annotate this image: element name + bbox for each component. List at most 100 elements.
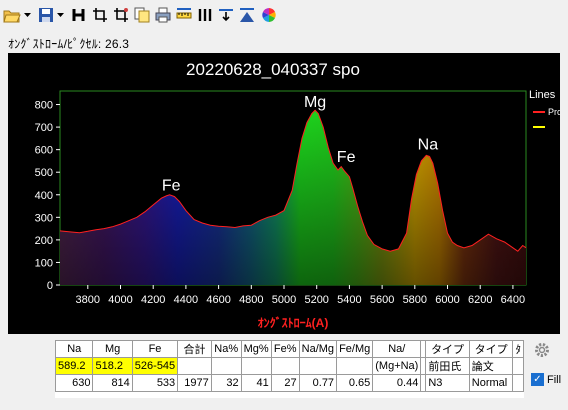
x-tick-label: 6400	[501, 294, 525, 306]
header-button[interactable]	[70, 4, 88, 26]
y-tick-label: 600	[35, 145, 53, 157]
chevron-down-icon	[56, 13, 64, 17]
open-folder-icon	[3, 10, 21, 23]
spectrum-chart[interactable]: 20220628_040337 spo 0 100 200 300 400 500 600 7…	[8, 53, 560, 334]
table-cell-4[interactable]	[210, 357, 242, 375]
open-dropdown-button[interactable]	[23, 4, 31, 26]
x-tick-label: 5000	[272, 294, 296, 306]
header-cell-13[interactable]: ﾀ	[512, 340, 524, 358]
table-cell-11[interactable]: N3	[425, 374, 470, 392]
mountain-button[interactable]	[238, 4, 256, 26]
header-cell-7[interactable]: Na/Mg	[298, 340, 338, 358]
header-cell-12[interactable]: タイプ	[468, 340, 514, 358]
ruler-icon	[176, 8, 192, 19]
save-dropdown-button[interactable]	[56, 4, 64, 26]
columns-icon	[198, 9, 212, 21]
table-cell-8[interactable]: 0.65	[336, 374, 374, 392]
mountain-icon	[240, 8, 254, 22]
x-tick-label: 4200	[141, 294, 165, 306]
color-wheel-button[interactable]	[259, 4, 279, 26]
fill-checkbox[interactable]: ✓ Fill	[531, 373, 561, 386]
table-cell-13[interactable]	[512, 374, 524, 392]
header-cell-0[interactable]: Na	[55, 340, 94, 358]
chevron-down-icon	[23, 13, 31, 17]
color-wheel-icon	[262, 8, 276, 22]
ruler-button[interactable]	[175, 4, 193, 26]
table-row: 630 814 533 1977 32 41 27 0.77 0.65 0.44 N3 Normal	[55, 374, 524, 392]
table-cell-2[interactable]: 526-545	[131, 357, 179, 375]
subtract-icon	[219, 9, 233, 22]
table-cell-4[interactable]: 32	[210, 374, 242, 392]
table-cell-13[interactable]	[512, 357, 524, 375]
table-cell-2[interactable]: 533	[131, 374, 179, 392]
x-tick-label: 5600	[370, 294, 394, 306]
results-table[interactable]: Na Mg Fe 合計 Na% Mg% Fe% Na/Mg Fe/Mg Na/タイプ タイプﾀ 58…	[55, 340, 524, 398]
table-cell-6[interactable]: 27	[270, 374, 300, 392]
table-cell-7[interactable]	[298, 357, 338, 375]
header-cell-6[interactable]: Fe%	[270, 340, 300, 358]
settings-button[interactable]	[533, 341, 551, 362]
table-cell-1[interactable]: 518.2	[92, 357, 133, 375]
chart-title: 20220628_040337 spo	[186, 60, 360, 79]
table-cell-0[interactable]: 589.2	[55, 357, 94, 375]
table-cell-12[interactable]: Normal	[468, 374, 514, 392]
header-cell-3[interactable]: 合計	[177, 340, 212, 358]
header-cell-2[interactable]: Fe	[131, 340, 179, 358]
open-folder-button[interactable]	[2, 4, 22, 26]
peak-annotation-mg: Mg	[304, 94, 326, 111]
header-cell-9[interactable]: Na/	[372, 340, 422, 358]
peak-annotation-fe: Fe	[162, 177, 181, 194]
x-tick-label: 4600	[206, 294, 230, 306]
table-cell-7[interactable]: 0.77	[298, 374, 338, 392]
header-cell-4[interactable]: Na%	[210, 340, 242, 358]
table-cell-8[interactable]	[336, 357, 374, 375]
peak-annotation-na: Na	[418, 137, 439, 154]
table-cell-3[interactable]	[177, 357, 212, 375]
y-tick-label: 300	[35, 212, 53, 224]
header-cell-8[interactable]: Fe/Mg	[336, 340, 374, 358]
table-cell-12[interactable]: 論文	[468, 357, 514, 375]
copy-button[interactable]	[133, 4, 151, 26]
table-cell-6[interactable]	[270, 357, 300, 375]
x-tick-label: 4000	[108, 294, 132, 306]
subtract-button[interactable]	[217, 4, 235, 26]
header-cell-5[interactable]: Mg%	[240, 340, 272, 358]
crop-icon	[93, 8, 107, 22]
table-cell-1[interactable]: 814	[92, 374, 133, 392]
header-cell-1[interactable]: Mg	[92, 340, 133, 358]
y-tick-label: 800	[35, 100, 53, 112]
x-tick-label: 6200	[468, 294, 492, 306]
table-cell-3[interactable]: 1977	[177, 374, 212, 392]
spectrum-chart-svg: 20220628_040337 spo 0 100 200 300 400 500 600 7…	[35, 60, 560, 330]
table-cell-9[interactable]: (Mg+Na)	[372, 357, 422, 375]
toolbar	[0, 0, 568, 30]
save-button[interactable]	[37, 4, 55, 26]
angstrom-per-pixel-status: ｵﾝｸﾞｽﾄﾛｰﾑ/ﾋﾟｸｾﾙ: 26.3	[8, 37, 130, 51]
y-tick-label: 400	[35, 190, 53, 202]
table-cell-0[interactable]: 630	[55, 374, 94, 392]
print-button[interactable]	[154, 4, 172, 26]
x-tick-label: 4800	[239, 294, 263, 306]
crop-button[interactable]	[91, 4, 109, 26]
table-cell-5[interactable]: 41	[240, 374, 272, 392]
x-tick-label: 5800	[403, 294, 427, 306]
x-tick-label: 4400	[174, 294, 198, 306]
x-tick-label: 5200	[304, 294, 328, 306]
table-cell-9[interactable]: 0.44	[372, 374, 422, 392]
legend-title: Lines	[529, 89, 556, 101]
legend-label-pro: Pro	[548, 107, 560, 117]
y-tick-label: 0	[47, 280, 53, 292]
y-tick-label: 100	[35, 257, 53, 269]
table-cell-11[interactable]: 前田氏	[425, 357, 470, 375]
table-header-row: Na Mg Fe 合計 Na% Mg% Fe% Na/Mg Fe/Mg Na/タイプ タイプﾀ	[55, 340, 524, 358]
y-tick-label: 500	[35, 167, 53, 179]
fill-checkbox-label: Fill	[547, 373, 562, 386]
columns-button[interactable]	[196, 4, 214, 26]
peak-annotation-fe: Fe	[337, 149, 356, 166]
checkbox-checked-icon: ✓	[531, 373, 544, 386]
legend: Lines Pro	[529, 89, 560, 128]
x-tick-label: 3800	[76, 294, 100, 306]
header-cell-11[interactable]: タイプ	[425, 340, 470, 358]
crop-alt-button[interactable]	[112, 4, 130, 26]
table-cell-5[interactable]	[240, 357, 272, 375]
